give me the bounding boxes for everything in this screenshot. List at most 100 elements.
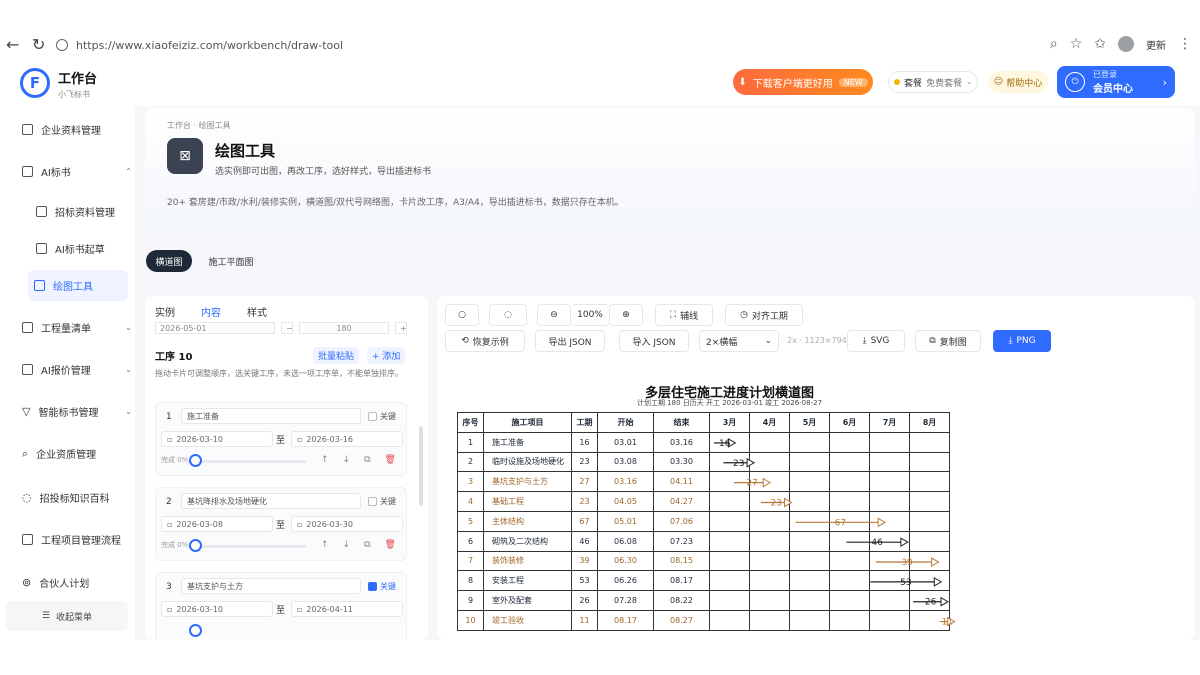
move-down-icon[interactable]: ↓ bbox=[343, 540, 351, 550]
add-task-button[interactable]: + 添加 bbox=[367, 347, 406, 364]
task-start-date[interactable]: ▫ 2026-03-08 bbox=[161, 516, 273, 532]
app: F 工作台 小飞标书 ⬇ 下载客户端更好用 NEW 套餐 免费套餐 ⌄ ☺ 帮助… bbox=[0, 60, 1200, 640]
zoom-out-button[interactable]: ○ bbox=[445, 304, 479, 326]
sidebar-item-company-docs[interactable]: 企业资料管理 bbox=[22, 122, 132, 137]
delete-icon[interactable]: 🗑 bbox=[385, 540, 396, 550]
gantt-month-cell bbox=[829, 431, 870, 453]
export-png-button[interactable]: ⤓ PNG bbox=[993, 330, 1051, 352]
zoom-icon[interactable]: ⌕ bbox=[1050, 36, 1058, 52]
tab-style[interactable]: 样式 bbox=[247, 304, 267, 319]
profile-avatar[interactable] bbox=[1118, 36, 1134, 52]
progress-slider-handle[interactable] bbox=[189, 539, 202, 552]
sidebar-item-ai-draft[interactable]: AI标书起草 bbox=[36, 241, 132, 256]
download-icon: ⬇ bbox=[738, 76, 747, 88]
gantt-month-cell bbox=[909, 491, 950, 512]
sidebar-item-smart-bid[interactable]: ▽ 智能标书管理 ⌄ bbox=[22, 404, 132, 419]
duration-field[interactable]: 180 bbox=[299, 322, 389, 334]
gantt-cell: 23 bbox=[571, 491, 598, 512]
move-up-icon[interactable]: ↑ bbox=[321, 455, 329, 465]
minus-button[interactable]: − bbox=[281, 322, 293, 334]
site-info-icon[interactable] bbox=[56, 39, 68, 51]
plan-selector[interactable]: 套餐 免费套餐 ⌄ bbox=[888, 71, 978, 93]
editor-scrollbar[interactable] bbox=[419, 426, 423, 506]
favorites-icon[interactable]: ✩ bbox=[1094, 36, 1106, 52]
bookmark-star-icon[interactable]: ☆ bbox=[1070, 36, 1083, 52]
more-icon[interactable]: ⋮ bbox=[1178, 36, 1192, 52]
copy-icon[interactable]: ⧉ bbox=[364, 455, 370, 465]
copy-label: 复制图 bbox=[939, 337, 967, 348]
member-center-button[interactable]: ⏻ 已登录 会员中心 › bbox=[1057, 66, 1175, 98]
critical-checkbox[interactable]: 关键 bbox=[368, 496, 396, 507]
snap-button[interactable]: ⛶ 辅线 bbox=[655, 304, 713, 326]
gantt-month-cell bbox=[789, 431, 830, 453]
checkbox-checked-icon bbox=[368, 582, 377, 591]
collapse-menu-button[interactable]: ☰ 收起菜单 bbox=[6, 601, 128, 631]
gantt-table: 序号 施工项目 工期 开始 结束 3月 4月 5月 6月 7月 8月 1 施工准备 16 03.01 03.1… bbox=[457, 412, 950, 631]
paper-select[interactable]: 2×横幅 ⌄ bbox=[699, 330, 779, 352]
reload-icon[interactable]: ↻ bbox=[32, 36, 45, 54]
tab-content[interactable]: 内容 bbox=[201, 304, 221, 319]
sidebar-item-tender-docs[interactable]: 招标资料管理 bbox=[36, 204, 132, 219]
download-client-button[interactable]: ⬇ 下载客户端更好用 NEW bbox=[733, 69, 873, 95]
task-start-date[interactable]: ▫ 2026-03-10 bbox=[161, 431, 273, 447]
sidebar-item-ai-bid[interactable]: AI标书 ⌃ bbox=[22, 164, 132, 179]
move-up-icon[interactable]: ↑ bbox=[321, 540, 329, 550]
sidebar-item-draw-tool[interactable]: 绘图工具 bbox=[28, 270, 128, 301]
copy-icon[interactable]: ⧉ bbox=[364, 540, 370, 550]
document-icon bbox=[22, 166, 33, 177]
export-json-button[interactable]: 导出 JSON bbox=[535, 330, 605, 352]
task-name-input[interactable]: 施工准备 bbox=[181, 408, 361, 424]
sidebar-item-ai-quote[interactable]: AI报价管理 ⌄ bbox=[22, 362, 132, 377]
critical-checkbox[interactable]: 关键 bbox=[368, 411, 396, 422]
gantt-month-cell bbox=[829, 609, 870, 631]
task-name-input[interactable]: 基坑支护与土方 bbox=[181, 578, 361, 594]
gantt-month-cell bbox=[829, 530, 870, 552]
export-svg-button[interactable]: ⤓ SVG bbox=[847, 330, 905, 352]
progress-slider-handle[interactable] bbox=[189, 624, 202, 637]
task-end-date[interactable]: ▫ 2026-03-16 bbox=[291, 431, 403, 447]
copy-image-button[interactable]: ⧉ 复制图 bbox=[915, 330, 981, 352]
gantt-month-cell bbox=[909, 510, 950, 532]
gantt-cell: 67 bbox=[571, 510, 598, 532]
gantt-header-cell: 8月 bbox=[909, 412, 950, 433]
batch-paste-button[interactable]: 批量粘贴 bbox=[313, 347, 360, 364]
progress-track[interactable] bbox=[186, 460, 306, 463]
gantt-month-cell bbox=[709, 431, 750, 453]
gantt-month-cell bbox=[829, 590, 870, 611]
sidebar-item-knowledge[interactable]: ◌ 招投标知识百科 bbox=[22, 490, 132, 505]
zoom-plus-button[interactable]: ⊕ bbox=[609, 304, 643, 326]
sidebar-item-qualification[interactable]: ⌕ 企业资质管理 bbox=[22, 446, 132, 462]
task-end-date[interactable]: ▫ 2026-04-11 bbox=[291, 601, 403, 617]
tab-examples[interactable]: 实例 bbox=[155, 304, 175, 319]
update-label[interactable]: 更新 bbox=[1146, 37, 1166, 52]
plus-button[interactable]: + bbox=[395, 322, 407, 334]
back-icon[interactable]: ← bbox=[6, 36, 19, 54]
critical-checkbox[interactable]: 关键 bbox=[368, 581, 396, 592]
start-date-field[interactable]: 2026-05-01 bbox=[155, 322, 275, 334]
address-bar[interactable]: https://www.xiaofeiziz.com/workbench/dra… bbox=[56, 35, 1101, 55]
gantt-month-cell bbox=[909, 550, 950, 572]
task-card[interactable]: 1 施工准备 关键 ▫ 2026-03-10 至 ▫ 2026-03-16 完成 0… bbox=[155, 402, 407, 476]
task-start-date[interactable]: ▫ 2026-03-10 bbox=[161, 601, 273, 617]
import-json-button[interactable]: 导入 JSON bbox=[619, 330, 689, 352]
task-card[interactable]: 2 基坑降排水及场地硬化 关键 ▫ 2026-03-08 至 ▫ 2026-03-3… bbox=[155, 487, 407, 561]
zoom-reset-button[interactable]: ◌ bbox=[489, 304, 527, 326]
align-duration-button[interactable]: ◷ 对齐工期 bbox=[725, 304, 803, 326]
progress-track[interactable] bbox=[186, 545, 306, 548]
sidebar-item-bill-of-quantities[interactable]: 工程量清单 ⌄ bbox=[22, 320, 132, 335]
gantt-month-cell bbox=[789, 590, 830, 611]
task-name-input[interactable]: 基坑降排水及场地硬化 bbox=[181, 493, 361, 509]
restore-example-button[interactable]: ⟲ 恢复示例 bbox=[445, 330, 525, 352]
tab-site-plan[interactable]: 施工平面图 bbox=[200, 250, 262, 272]
sidebar-item-partner[interactable]: ⊚ 合伙人计划 bbox=[22, 575, 132, 590]
sidebar-item-project-flow[interactable]: 工程项目管理流程 bbox=[22, 532, 132, 547]
delete-icon[interactable]: 🗑 bbox=[385, 455, 396, 465]
start-value: 2026-03-08 bbox=[176, 519, 223, 529]
progress-slider-handle[interactable] bbox=[189, 454, 202, 467]
zoom-minus-button[interactable]: ⊖ bbox=[537, 304, 571, 326]
task-card[interactable]: 3 基坑支护与土方 关键 ▫ 2026-03-10 至 ▫ 2026-04-11 bbox=[155, 572, 407, 640]
help-center-button[interactable]: ☺ 帮助中心 bbox=[988, 71, 1048, 93]
move-down-icon[interactable]: ↓ bbox=[343, 455, 351, 465]
task-end-date[interactable]: ▫ 2026-03-30 bbox=[291, 516, 403, 532]
tab-gantt[interactable]: 横道图 bbox=[146, 250, 192, 272]
